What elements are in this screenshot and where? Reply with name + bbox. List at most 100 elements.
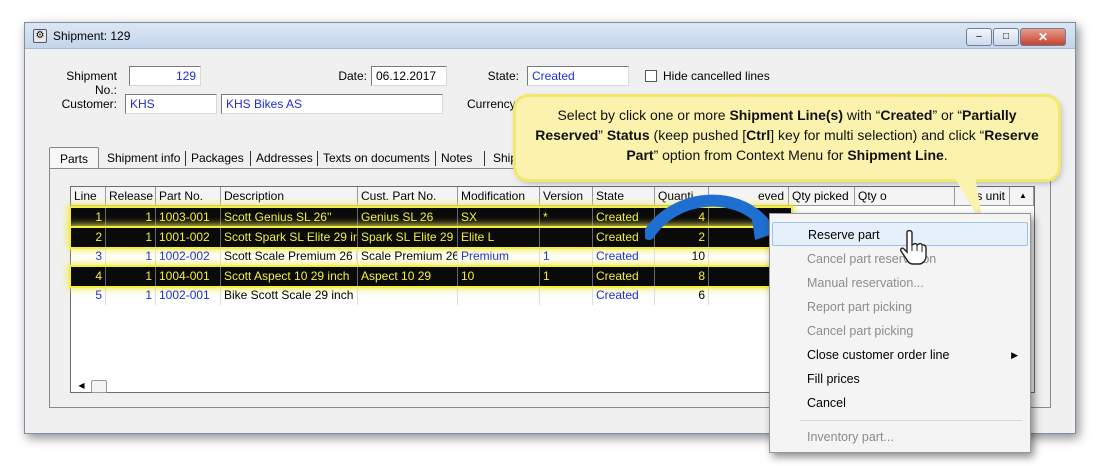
cell-part-no: 1001-002 bbox=[156, 228, 221, 247]
currency-label: Currency: bbox=[466, 97, 519, 111]
cell-cust-part-no: Scale Premium 26 bbox=[358, 247, 458, 266]
window-title: Shipment: 129 bbox=[53, 29, 131, 43]
scroll-left-icon[interactable]: ◀ bbox=[75, 380, 88, 393]
tab-notes[interactable]: Notes bbox=[441, 147, 472, 169]
cell-modification: SX bbox=[458, 208, 540, 227]
hand-cursor-icon bbox=[900, 229, 927, 265]
shipment-no-label: Shipment No.: bbox=[66, 69, 117, 97]
menu-item-inventory-part[interactable]: Inventory part... bbox=[772, 425, 1028, 449]
cell-modification: Premium bbox=[458, 247, 540, 266]
cell-cust-part-no: Spark SL Elite 29 bbox=[358, 228, 458, 247]
cell-cust-part-no: Aspect 10 29 bbox=[358, 267, 458, 286]
date-field[interactable]: 06.12.2017 bbox=[371, 66, 447, 86]
tab-texts-on-documents[interactable]: Texts on documents bbox=[323, 147, 430, 169]
table-row[interactable]: 3 1 1002-002 Scott Scale Premium 26 in S… bbox=[71, 247, 791, 266]
customer-name-field[interactable]: KHS Bikes AS bbox=[221, 94, 443, 114]
cell-version bbox=[540, 286, 593, 305]
col-description[interactable]: Description bbox=[221, 187, 358, 206]
date-label: Date: bbox=[338, 69, 367, 83]
grid-scroll-up-icon[interactable]: ▲ bbox=[1010, 187, 1034, 206]
callout-bold: Created bbox=[880, 107, 933, 123]
cell-modification bbox=[458, 286, 540, 305]
cell-description: Scott Aspect 10 29 inch bbox=[221, 267, 358, 286]
cell-release: 1 bbox=[106, 228, 156, 247]
callout-text: ” bbox=[598, 127, 607, 143]
tab-packages[interactable]: Packages bbox=[191, 147, 244, 169]
menu-item-report-part-picking[interactable]: Report part picking bbox=[772, 295, 1028, 319]
cell-description: Scott Spark SL Elite 29 inc bbox=[221, 228, 358, 247]
tab-separator bbox=[484, 151, 485, 166]
cell-quantity: 6 bbox=[655, 286, 709, 305]
cell-state: Created bbox=[593, 286, 655, 305]
tab-separator bbox=[185, 151, 186, 166]
menu-separator bbox=[800, 420, 1022, 421]
tab-separator bbox=[317, 151, 318, 166]
menu-item-cancel[interactable]: Cancel bbox=[772, 391, 1028, 415]
col-qty-other[interactable]: Qty o bbox=[855, 187, 955, 206]
col-part-no[interactable]: Part No. bbox=[156, 187, 221, 206]
col-release[interactable]: Release bbox=[106, 187, 156, 206]
cell-quantity: 10 bbox=[655, 247, 709, 266]
hide-cancelled-checkbox[interactable] bbox=[645, 70, 657, 82]
cell-part-no: 1002-002 bbox=[156, 247, 221, 266]
scroll-thumb[interactable] bbox=[91, 380, 107, 393]
cell-modification: Elite L bbox=[458, 228, 540, 247]
app-icon: ⚙ bbox=[33, 29, 47, 43]
tab-separator bbox=[250, 151, 251, 166]
cell-state: Created bbox=[593, 267, 655, 286]
menu-item-close-customer-order-line[interactable]: Close customer order line ▶ bbox=[772, 343, 1028, 367]
hide-cancelled-label: Hide cancelled lines bbox=[663, 69, 770, 83]
menu-item-label: Close customer order line bbox=[807, 348, 950, 362]
maximize-button[interactable]: □ bbox=[993, 28, 1019, 46]
close-button[interactable]: ✕ bbox=[1020, 28, 1066, 46]
cell-state: Created bbox=[593, 247, 655, 266]
col-version[interactable]: Version bbox=[540, 187, 593, 206]
menu-item-fill-prices[interactable]: Fill prices bbox=[772, 367, 1028, 391]
horizontal-scrollbar[interactable]: ◀ bbox=[71, 380, 111, 393]
cell-part-no: 1004-001 bbox=[156, 267, 221, 286]
title-bar[interactable]: ⚙ Shipment: 129 – □ ✕ bbox=[25, 23, 1075, 49]
cell-line: 1 bbox=[71, 208, 106, 227]
col-cust-part-no[interactable]: Cust. Part No. bbox=[358, 187, 458, 206]
customer-code-field[interactable]: KHS bbox=[125, 94, 217, 114]
cell-line: 5 bbox=[71, 286, 106, 305]
cell-version: 1 bbox=[540, 247, 593, 266]
minimize-button[interactable]: – bbox=[966, 28, 992, 46]
cell-line: 4 bbox=[71, 267, 106, 286]
cell-description: Bike Scott Scale 29 inch bbox=[221, 286, 358, 305]
cell-line: 2 bbox=[71, 228, 106, 247]
table-row[interactable]: 4 1 1004-001 Scott Aspect 10 29 inch Asp… bbox=[71, 267, 791, 286]
state-field[interactable]: Created bbox=[527, 66, 629, 86]
callout-text: ” or “ bbox=[932, 107, 963, 123]
cell-release: 1 bbox=[106, 286, 156, 305]
shipment-no-field[interactable]: 129 bbox=[129, 66, 201, 86]
callout-text: (keep pushed [ bbox=[649, 127, 747, 143]
col-line[interactable]: Line bbox=[71, 187, 106, 206]
menu-item-manual-reservation[interactable]: Manual reservation... bbox=[772, 271, 1028, 295]
cell-part-no: 1002-001 bbox=[156, 286, 221, 305]
cell-description: Scott Genius SL 26'' bbox=[221, 208, 358, 227]
instruction-callout: Select by click one or more Shipment Lin… bbox=[516, 97, 1058, 179]
cell-modification: 10 bbox=[458, 267, 540, 286]
cell-release: 1 bbox=[106, 267, 156, 286]
callout-text: . bbox=[943, 147, 948, 163]
callout-text: with “ bbox=[843, 107, 881, 123]
callout-text: Select by click one or more bbox=[557, 107, 730, 123]
tab-addresses[interactable]: Addresses bbox=[256, 147, 313, 169]
callout-bold: Status bbox=[606, 127, 650, 143]
cell-description: Scott Scale Premium 26 in bbox=[221, 247, 358, 266]
callout-text: ] key for multi selection) and click “ bbox=[770, 127, 985, 143]
tab-parts[interactable]: Parts bbox=[49, 147, 99, 169]
cell-part-no: 1003-001 bbox=[156, 208, 221, 227]
callout-text: ” option from Context Menu for bbox=[653, 147, 848, 163]
pointer-arrow-icon bbox=[645, 194, 779, 240]
cell-cust-part-no: Genius SL 26 bbox=[358, 208, 458, 227]
callout-bold: Shipment Line bbox=[847, 147, 944, 163]
menu-item-cancel-part-picking[interactable]: Cancel part picking bbox=[772, 319, 1028, 343]
table-row[interactable]: 5 1 1002-001 Bike Scott Scale 29 inch Cr… bbox=[71, 286, 791, 305]
cell-version: * bbox=[540, 208, 593, 227]
col-qty-picked[interactable]: Qty picked bbox=[789, 187, 855, 206]
callout-bold: Shipment Line(s) bbox=[729, 107, 843, 123]
col-modification[interactable]: Modification bbox=[458, 187, 540, 206]
tab-shipment-info[interactable]: Shipment info bbox=[107, 147, 180, 169]
